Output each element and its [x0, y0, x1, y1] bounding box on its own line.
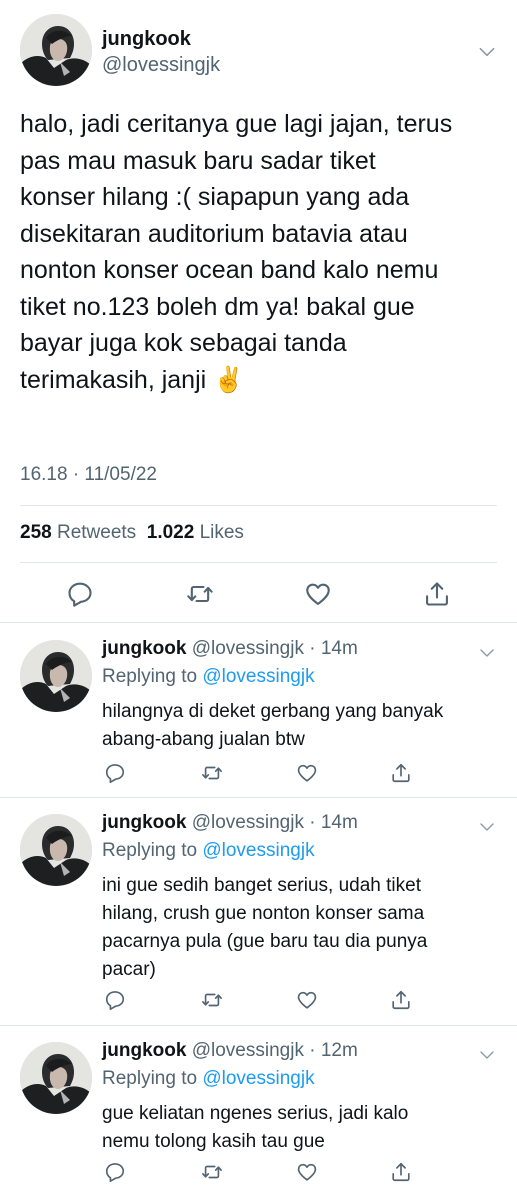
- display-name[interactable]: jungkook: [102, 1040, 186, 1061]
- display-name[interactable]: jungkook: [102, 638, 186, 659]
- display-name[interactable]: jungkook: [102, 812, 186, 833]
- divider: [20, 505, 497, 506]
- tweet-text: halo, jadi ceritanya gue lagi jajan, ter…: [20, 110, 453, 394]
- share-icon[interactable]: [423, 580, 451, 608]
- handle[interactable]: @lovessingjk: [102, 54, 220, 77]
- share-icon[interactable]: [390, 989, 412, 1011]
- tweet-stats: 258 Retweets 1.022 Likes: [20, 522, 244, 544]
- replying-to: Replying to @lovessingjk: [102, 1068, 315, 1090]
- chevron-down-icon[interactable]: [478, 644, 496, 662]
- heart-icon[interactable]: [296, 762, 318, 784]
- reply-text: gue keliatan ngenes serius, jadi kalo ne…: [102, 1103, 409, 1152]
- share-icon[interactable]: [390, 1161, 412, 1183]
- heart-icon[interactable]: [296, 1161, 318, 1183]
- avatar[interactable]: [20, 1042, 92, 1114]
- reply-tweet[interactable]: jungkook @lovessingjk · 12m Replying to …: [0, 1028, 517, 1200]
- replying-to-prefix: Replying to: [102, 666, 198, 687]
- reply-icon[interactable]: [66, 580, 94, 608]
- likes-label[interactable]: Likes: [200, 522, 244, 543]
- divider: [0, 622, 517, 623]
- handle-time[interactable]: @lovessingjk · 14m: [192, 638, 358, 659]
- reply-text: ini gue sedih banget serius, udah tiket …: [102, 875, 428, 980]
- divider: [0, 797, 517, 798]
- divider: [20, 562, 497, 563]
- heart-icon[interactable]: [296, 989, 318, 1011]
- handle-time[interactable]: @lovessingjk · 14m: [192, 812, 358, 833]
- heart-icon[interactable]: [304, 580, 332, 608]
- handle-time[interactable]: @lovessingjk · 12m: [192, 1040, 358, 1061]
- main-tweet: jungkook @lovessingjk halo, jadi ceritan…: [0, 0, 517, 620]
- divider: [0, 1025, 517, 1026]
- avatar[interactable]: [20, 14, 92, 86]
- reply-header: jungkook @lovessingjk · 14m: [102, 638, 358, 660]
- replying-to-link[interactable]: @lovessingjk: [202, 1068, 314, 1089]
- chevron-down-icon[interactable]: [478, 818, 496, 836]
- reply-tweet[interactable]: jungkook @lovessingjk · 14m Replying to …: [0, 800, 517, 1025]
- retweet-icon[interactable]: [186, 580, 214, 608]
- tweet-timestamp[interactable]: 16.18 · 11/05/22: [20, 464, 157, 486]
- reply-tweet[interactable]: jungkook @lovessingjk · 14m Replying to …: [0, 626, 517, 796]
- retweet-icon[interactable]: [201, 1161, 223, 1183]
- retweets-count[interactable]: 258: [20, 522, 52, 543]
- replying-to-link[interactable]: @lovessingjk: [202, 840, 314, 861]
- retweets-label[interactable]: Retweets: [57, 522, 136, 543]
- reply-icon[interactable]: [104, 762, 126, 784]
- replying-to-prefix: Replying to: [102, 1068, 198, 1089]
- retweet-icon[interactable]: [201, 989, 223, 1011]
- reply-icon[interactable]: [104, 1161, 126, 1183]
- avatar[interactable]: [20, 640, 92, 712]
- display-name[interactable]: jungkook: [102, 28, 191, 51]
- reply-icon[interactable]: [104, 989, 126, 1011]
- retweet-icon[interactable]: [201, 762, 223, 784]
- replying-to-prefix: Replying to: [102, 840, 198, 861]
- reply-header: jungkook @lovessingjk · 12m: [102, 1040, 358, 1062]
- reply-text: hilangnya di deket gerbang yang banyak a…: [102, 701, 444, 750]
- chevron-down-icon[interactable]: [478, 1046, 496, 1064]
- replying-to-link[interactable]: @lovessingjk: [202, 666, 314, 687]
- likes-count[interactable]: 1.022: [147, 522, 195, 543]
- replying-to: Replying to @lovessingjk: [102, 840, 315, 862]
- chevron-down-icon[interactable]: [477, 42, 497, 62]
- avatar[interactable]: [20, 814, 92, 886]
- replying-to: Replying to @lovessingjk: [102, 666, 315, 688]
- share-icon[interactable]: [390, 762, 412, 784]
- reply-header: jungkook @lovessingjk · 14m: [102, 812, 358, 834]
